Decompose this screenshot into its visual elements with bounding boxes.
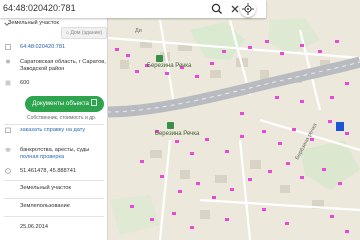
divider — [4, 124, 104, 125]
calendar-icon — [5, 127, 11, 133]
area-value: 600 — [20, 80, 30, 86]
panel-title: Земельный участок — [8, 20, 59, 26]
selected-parcel[interactable] — [336, 122, 344, 131]
map-label-station: Березина Речка — [155, 131, 200, 137]
land-category: Землепользование — [20, 203, 70, 209]
object-type: Земельный участок — [20, 185, 71, 191]
gps-button[interactable] — [240, 1, 256, 17]
map-label-corner: Ди — [135, 28, 142, 34]
divider — [4, 198, 104, 199]
crosshair-icon — [242, 3, 254, 15]
object-panel: Земельный участок ⌂ Дом (здание) 64:48:0… — [0, 18, 108, 240]
divider — [4, 216, 104, 217]
cadastral-number[interactable]: 64:48:020420:781 — [20, 44, 65, 51]
hash-icon — [5, 44, 11, 50]
address-line-1: Саратовская область, г Саратов, — [20, 59, 106, 65]
checks-line: банкротства, аресты, суды — [20, 147, 90, 153]
search-bar[interactable]: 64:48:020420:781 — [0, 0, 266, 18]
divider — [4, 180, 104, 181]
full-check-link[interactable]: полная проверка — [20, 154, 64, 161]
tab-building[interactable]: ⌂ Дом (здание) — [61, 27, 107, 39]
coordinates: 51.461478, 45.888741 — [20, 168, 76, 174]
search-input[interactable]: 64:48:020420:781 — [3, 3, 76, 13]
documents-button[interactable]: Документы объекта — [25, 96, 104, 112]
shield-icon — [5, 147, 11, 153]
home-icon: ⌂ — [65, 30, 69, 36]
address-line-2: Заводской район — [20, 66, 65, 72]
map-label-stop: Березина Речка — [147, 63, 192, 69]
registration-date: 25.06.2014 — [20, 224, 48, 230]
order-certificate-link[interactable]: заказать справку на дату — [20, 127, 85, 134]
search-icon[interactable] — [210, 2, 224, 16]
documents-button-label: Документы объекта — [32, 100, 89, 107]
globe-icon — [5, 168, 11, 174]
documents-subtitle: Собственник, стоимость и др. — [27, 115, 97, 121]
area-icon — [5, 80, 11, 86]
tab-building-label: Дом (здание) — [70, 30, 103, 36]
document-icon — [90, 99, 97, 106]
location-pin-icon — [6, 59, 10, 64]
